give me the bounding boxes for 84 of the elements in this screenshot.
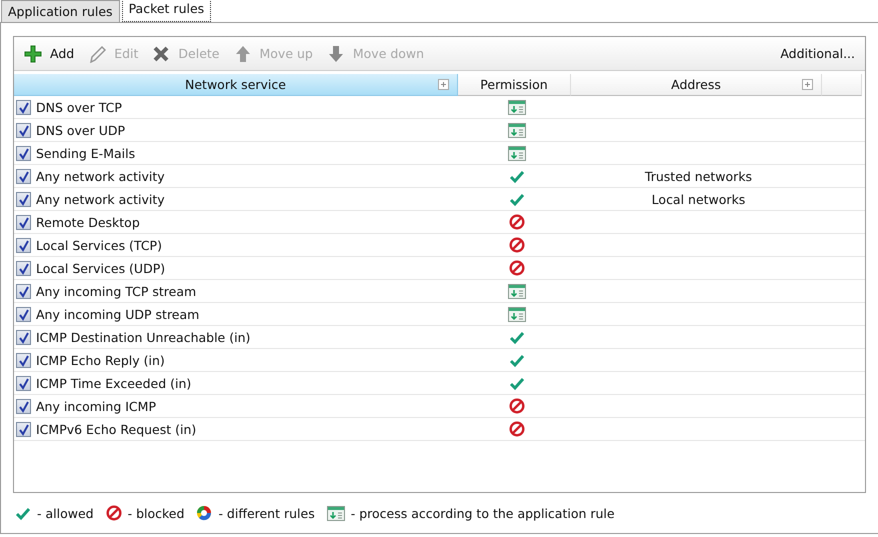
table-row[interactable]: DNS over TCP [14, 96, 865, 119]
checkbox[interactable] [16, 330, 31, 344]
checkbox[interactable] [16, 100, 31, 114]
table-row[interactable]: Any incoming UDP stream [14, 303, 865, 326]
expand-icon[interactable] [802, 79, 813, 90]
table-cell: Any incoming TCP stream [36, 284, 196, 298]
table-row[interactable]: Any network activity Local networks [14, 188, 865, 211]
table-cell: ICMP Time Exceeded (in) [36, 376, 192, 390]
table-row[interactable]: Local Services (UDP) [14, 257, 865, 280]
tab[interactable]: Packet rules [122, 0, 212, 22]
up-arrow-icon [234, 44, 252, 62]
checkmark-icon [17, 100, 30, 114]
table-cell: Trusted networks [644, 168, 752, 184]
checkbox[interactable] [16, 122, 31, 138]
table-cell: Any network activity [36, 168, 165, 184]
pie-icon [196, 505, 212, 522]
checkbox[interactable] [16, 168, 31, 184]
checkmark-icon [17, 376, 30, 390]
checkbox[interactable] [16, 192, 31, 206]
table-row[interactable]: ICMP Echo Reply (in) [14, 349, 865, 372]
checkbox[interactable] [16, 146, 31, 160]
checkbox[interactable] [16, 238, 31, 252]
checkmark-icon [17, 308, 30, 320]
table-cell: Local networks [652, 192, 746, 206]
table-cell: Any incoming ICMP [36, 398, 156, 414]
checkbox[interactable] [16, 260, 31, 276]
table-cell: Any incoming UDP stream [36, 306, 200, 322]
table-cell: Remote Desktop [36, 214, 140, 230]
table-row[interactable]: DNS over UDP [14, 119, 865, 142]
table-cell: ICMP Echo Reply (in) [36, 352, 165, 368]
check-icon [15, 506, 31, 521]
checkmark-icon [17, 170, 30, 182]
legend-label: - process according to the application rule [350, 506, 615, 521]
table-cell: ICMP Destination Unreachable (in) [36, 330, 250, 344]
toolbar-button[interactable]: Add [24, 44, 74, 62]
checkmark-icon [17, 354, 30, 366]
table-row[interactable]: Any network activity Trusted networks [14, 165, 865, 188]
checkmark-icon [17, 192, 30, 206]
table-row[interactable]: ICMP Time Exceeded (in) [14, 372, 865, 395]
column-header[interactable]: Address [571, 74, 822, 96]
table-row[interactable]: ICMP Destination Unreachable (in) [14, 326, 865, 349]
expand-icon[interactable] [438, 79, 449, 90]
checkbox[interactable] [16, 284, 31, 298]
checkbox[interactable] [16, 352, 31, 368]
checkmark-icon [17, 238, 30, 252]
checkbox[interactable] [16, 306, 31, 322]
list-icon [326, 506, 345, 521]
table-cell: DNS over UDP [36, 122, 126, 138]
legend-label: - different rules [218, 506, 315, 521]
checkmark-icon [17, 262, 30, 274]
checkbox[interactable] [16, 398, 31, 414]
table-row[interactable]: Any incoming TCP stream [14, 280, 865, 303]
table-row[interactable]: ICMPv6 Echo Request (in) [14, 418, 865, 441]
checkbox[interactable] [16, 422, 31, 436]
blocked-icon [106, 505, 122, 522]
cross-icon [152, 44, 170, 62]
plus-icon [24, 44, 42, 62]
table-cell: Any network activity [36, 192, 165, 206]
checkmark-icon [17, 146, 30, 160]
table-cell: Local Services (UDP) [36, 260, 166, 276]
checkmark-icon [17, 216, 30, 228]
table-cell: Sending E-Mails [36, 146, 136, 160]
table-row[interactable]: Remote Desktop [14, 211, 865, 234]
table-cell: Local Services (TCP) [36, 238, 162, 252]
legend-label: - allowed [37, 506, 94, 521]
pencil-icon [88, 44, 106, 62]
checkmark-icon [17, 330, 30, 344]
tab[interactable]: Application rules [1, 0, 120, 22]
checkmark-icon [17, 124, 30, 136]
checkmark-icon [17, 400, 30, 412]
table-cell: ICMPv6 Echo Request (in) [36, 422, 196, 436]
checkbox[interactable] [16, 376, 31, 390]
table-row[interactable]: Sending E-Mails [14, 142, 865, 165]
table-row[interactable]: Local Services (TCP) [14, 234, 865, 257]
column-header[interactable]: Network service [14, 74, 458, 96]
checkbox[interactable] [16, 214, 31, 230]
checkmark-icon [17, 284, 30, 298]
checkmark-icon [17, 422, 30, 436]
column-header[interactable]: Permission [458, 74, 571, 96]
down-arrow-icon [326, 44, 345, 62]
additional-button[interactable]: Additional... [780, 46, 855, 61]
table-row[interactable]: Any incoming ICMP [14, 395, 865, 418]
legend-label: - blocked [128, 506, 184, 521]
table-cell: DNS over TCP [36, 100, 122, 114]
